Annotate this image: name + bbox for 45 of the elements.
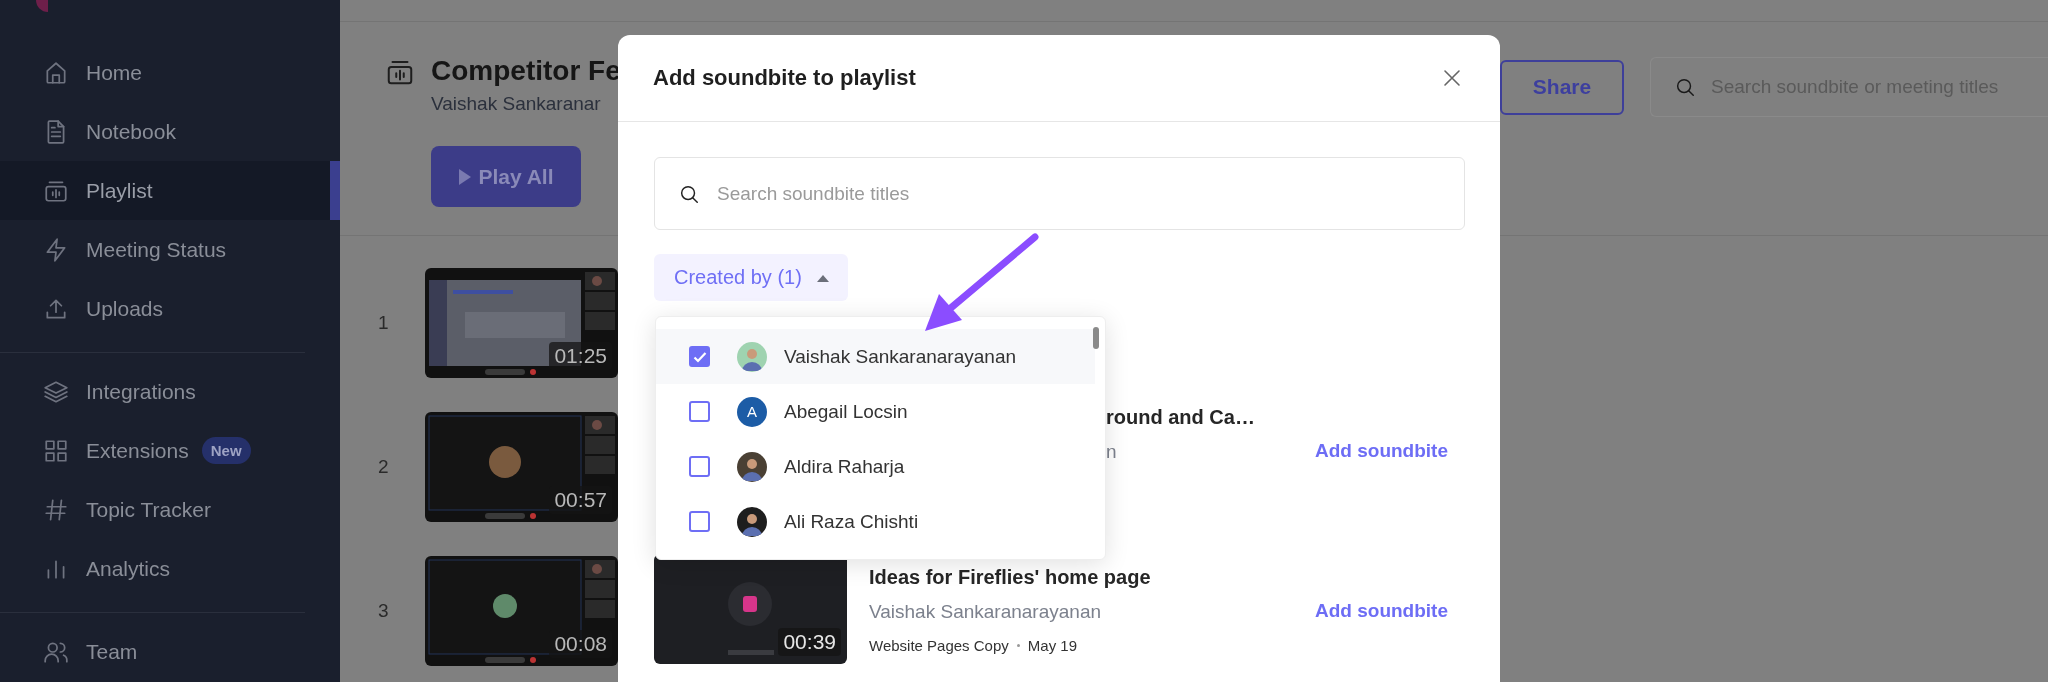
add-soundbite-link[interactable]: Add soundbite [1315, 600, 1448, 622]
row-number: 3 [378, 600, 390, 622]
creator-name: Vaishak Sankaranarayanan [869, 601, 1103, 623]
grid-icon [43, 437, 69, 464]
soundbite-title: round and Ca… [1106, 406, 1256, 429]
caret-icon [815, 273, 830, 282]
checkbox[interactable] [689, 456, 710, 477]
new-badge: New [201, 437, 251, 464]
logo-icon [34, 0, 48, 12]
creator-name: n [1106, 441, 1118, 463]
sidebar-item[interactable]: Home [0, 43, 340, 102]
play-all-button[interactable]: Play All [431, 146, 581, 207]
checkbox[interactable] [689, 511, 710, 532]
checkbox[interactable] [689, 346, 710, 367]
checkbox[interactable] [689, 401, 710, 422]
scrollbar-thumb[interactable] [1093, 327, 1099, 349]
row-number: 1 [378, 312, 390, 334]
playlist-owner: Vaishak Sankaranar [431, 92, 602, 116]
filter-dropdown[interactable]: Created by (1) [654, 254, 848, 301]
dialog-title: Add soundbite to playlist [653, 65, 916, 91]
creator-option[interactable]: Vaishak Sankaranarayanan [656, 329, 1095, 384]
soundbite-title: Ideas for Fireflies' home page [869, 566, 1152, 589]
sidebar-item[interactable]: Topic Tracker [0, 480, 340, 539]
creator-option[interactable]: Ali Raza Chishti [656, 494, 1095, 549]
date-label: May 19 [1027, 637, 1077, 654]
sidebar-item[interactable]: Analytics [0, 539, 340, 598]
sidebar-item[interactable]: Integrations [0, 362, 340, 421]
creator-option[interactable]: Aldira Raharja [656, 439, 1095, 494]
sidebar-item[interactable]: Team [0, 622, 340, 681]
hashtag-icon [43, 496, 69, 523]
creator-option[interactable]: A Abegail Locsin [656, 384, 1095, 439]
avatar: A [737, 396, 767, 427]
check-icon [692, 350, 707, 363]
sidebar-item[interactable]: Meeting Status [0, 220, 340, 279]
duration-label: 00:39 [778, 628, 841, 656]
add-soundbite-link[interactable]: Add soundbite [1315, 440, 1448, 462]
play-icon [458, 167, 473, 186]
sidebar-item[interactable]: Extensions New [0, 421, 340, 480]
folder-name: Website Pages Copy [869, 637, 1009, 654]
search-icon [1674, 76, 1696, 98]
sidebar-item[interactable]: Notebook [0, 102, 340, 161]
sidebar-item[interactable]: Playlist [0, 161, 340, 220]
sidebar-item[interactable]: Uploads [0, 279, 340, 338]
playlist-title: Competitor Fe [431, 54, 621, 88]
row-number: 2 [378, 456, 390, 478]
